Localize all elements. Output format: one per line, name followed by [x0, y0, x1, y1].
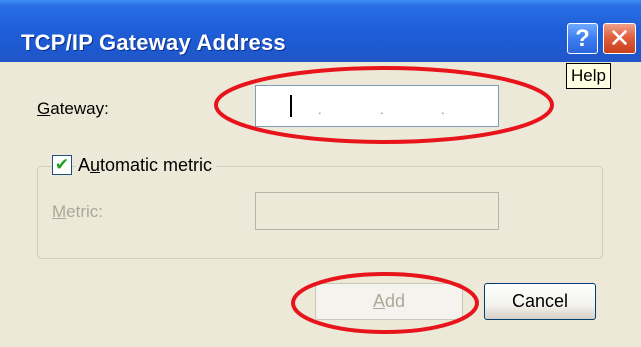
close-icon: ✕	[608, 23, 631, 53]
automatic-metric-label-end: tomatic metric	[100, 155, 213, 175]
automatic-metric-label-accelerator: u	[90, 155, 101, 175]
ip-separator: .	[380, 102, 384, 117]
question-mark-icon: ?	[575, 25, 590, 52]
automatic-metric-label-start: A	[78, 155, 91, 175]
gateway-label-accelerator: G	[37, 99, 51, 118]
gateway-label: Gateway:	[37, 99, 109, 119]
metric-label: Metric:	[52, 202, 103, 222]
text-cursor	[290, 95, 292, 117]
automatic-metric-checkbox[interactable]: ✔	[52, 155, 72, 175]
dialog-title: TCP/IP Gateway Address	[21, 30, 286, 55]
cancel-button[interactable]: Cancel	[484, 283, 596, 320]
gateway-label-text: ateway:	[50, 99, 109, 118]
tcpip-gateway-dialog: TCP/IP Gateway Address ? ✕ Help Gateway:…	[0, 0, 641, 347]
metric-label-accelerator: M	[52, 202, 67, 221]
metric-input	[255, 192, 499, 230]
checkmark-icon: ✔	[54, 155, 70, 174]
metric-label-text: etric:	[66, 202, 104, 221]
add-button-label: dd	[384, 291, 406, 311]
automatic-metric-label[interactable]: Automatic metric	[76, 155, 217, 176]
help-tooltip: Help	[566, 63, 611, 89]
help-button[interactable]: ?	[567, 23, 598, 54]
add-button[interactable]: Add	[315, 283, 463, 320]
ip-separator: .	[318, 102, 322, 117]
close-button[interactable]: ✕	[603, 23, 636, 54]
title-bar[interactable]: TCP/IP Gateway Address ? ✕	[0, 0, 641, 62]
ip-separator: .	[441, 102, 445, 117]
add-button-accelerator: A	[372, 291, 385, 311]
gateway-ip-field[interactable]: . . .	[255, 85, 499, 127]
